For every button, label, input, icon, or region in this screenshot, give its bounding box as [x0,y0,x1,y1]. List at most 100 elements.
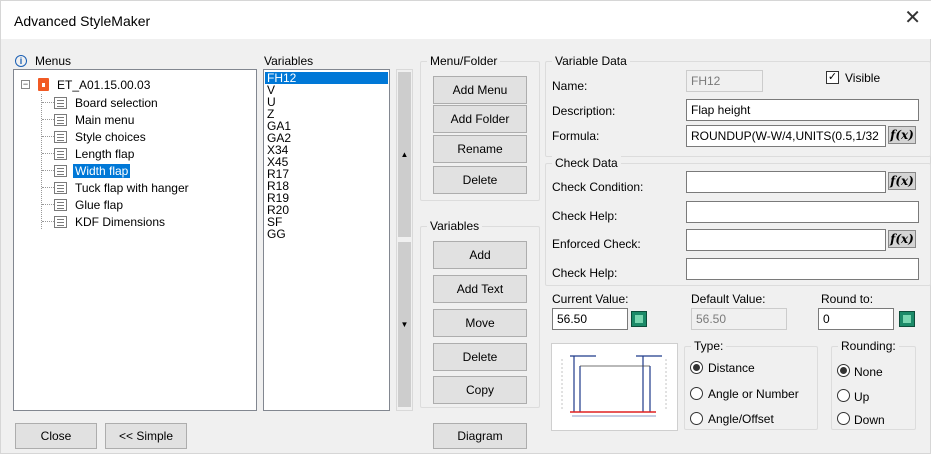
diagram-preview [551,343,678,431]
round-to-field[interactable]: 0 [818,308,894,330]
description-field[interactable]: Flap height [686,99,919,121]
tree-item-glue-flap[interactable]: Glue flap [54,196,125,213]
menus-tree[interactable]: − ET_A01.15.00.03 Board selection Main m… [13,69,257,411]
document-icon [54,164,67,177]
flap-diagram [553,345,676,429]
tree-item-label: Length flap [75,146,135,161]
list-item[interactable]: U [265,96,388,108]
tree-item-length-flap[interactable]: Length flap [54,145,136,162]
collapse-icon[interactable]: − [21,80,30,89]
document-icon [54,198,67,211]
current-value-label: Current Value: [552,292,629,306]
menu-folder-title: Menu/Folder [427,54,501,68]
variables-list[interactable]: FH12 V U Z GA1 GA2 X34 X45 R17 R18 R19 R… [263,69,390,411]
rounding-up-radio[interactable] [837,389,850,402]
tree-root-label: ET_A01.15.00.03 [57,77,151,92]
add-text-button[interactable]: Add Text [433,275,527,303]
tree-item-board-selection[interactable]: Board selection [54,94,160,111]
document-icon [54,96,67,109]
document-icon [54,147,67,160]
rounding-down-radio[interactable] [837,412,850,425]
close-icon[interactable]: ✕ [904,8,921,28]
copy-button[interactable]: Copy [433,376,527,404]
advanced-stylemaker-dialog: Advanced StyleMaker ✕ i Menus − ET_A01.1… [0,0,931,454]
rename-button[interactable]: Rename [433,135,527,163]
document-icon [54,181,67,194]
rounding-down-label: Down [854,413,885,427]
document-icon [54,215,67,228]
menus-header: Menus [35,54,72,68]
tree-item-tuck-flap-with-hanger[interactable]: Tuck flap with hanger [54,179,191,196]
add-menu-button[interactable]: Add Menu [433,76,527,104]
rounding-none-radio[interactable] [837,364,850,377]
type-angle-offset-radio[interactable] [690,412,703,425]
default-value-field[interactable]: 56.50 [691,308,787,330]
diagram-button[interactable]: Diagram [433,423,527,449]
variable-data-title: Variable Data [552,54,630,68]
info-icon: i [15,55,27,67]
list-item[interactable]: V [265,84,388,96]
type-distance-radio[interactable] [690,361,703,374]
move-up-icon[interactable]: ▲ [397,150,412,159]
tree-root[interactable]: ET_A01.15.00.03 [38,76,152,93]
menu-root-icon [38,78,49,91]
list-item[interactable]: FH12 [265,72,388,84]
move-down-icon[interactable]: ▼ [397,320,412,329]
delete-menu-button[interactable]: Delete [433,166,527,194]
move-button[interactable]: Move [433,309,527,337]
add-folder-button[interactable]: Add Folder [433,105,527,133]
description-label: Description: [552,104,616,118]
calculator-icon[interactable] [899,311,915,327]
check-condition-fx-button[interactable]: f(x) [888,172,916,190]
tree-item-width-flap[interactable]: Width flap [54,162,132,179]
close-button[interactable]: Close [15,423,97,449]
document-icon [54,130,67,143]
tree-item-kdf-dimensions[interactable]: KDF Dimensions [54,213,167,230]
current-value-field[interactable]: 56.50 [552,308,628,330]
name-label: Name: [552,79,588,93]
enforced-check-field[interactable] [686,229,886,251]
enforced-check-fx-button[interactable]: f(x) [888,230,916,248]
tree-item-label: Board selection [75,95,158,110]
tree-item-style-choices[interactable]: Style choices [54,128,148,145]
formula-label: Formula: [552,129,600,143]
check-data-title: Check Data [552,156,621,170]
add-variable-button[interactable]: Add [433,241,527,269]
tree-item-label: KDF Dimensions [75,214,166,229]
tree-item-label: Style choices [75,129,146,144]
check-help-field[interactable] [686,201,919,223]
simple-button[interactable]: << Simple [105,423,187,449]
type-angle-number-label: Angle or Number [708,387,799,401]
name-field[interactable]: FH12 [686,70,763,92]
rounding-title: Rounding: [838,339,899,353]
formula-field[interactable]: ROUNDUP(W-W/4,UNITS(0.5,1/32 [686,125,886,147]
list-item[interactable]: GG [265,228,388,240]
window-title: Advanced StyleMaker [14,13,151,29]
formula-fx-button[interactable]: f(x) [888,126,916,144]
visible-checkbox[interactable]: ✓ [826,71,839,84]
rounding-none-label: None [854,365,883,379]
type-angle-number-radio[interactable] [690,387,703,400]
visible-label: Visible [845,71,881,85]
enforced-check-label: Enforced Check: [552,237,641,251]
check-condition-field[interactable] [686,171,886,193]
check-help-label: Check Help: [552,209,618,223]
delete-variable-button[interactable]: Delete [433,343,527,371]
variables-header: Variables [264,54,314,68]
move-scrollbar[interactable]: ▲ ▼ [396,69,413,411]
tree-item-label: Width flap [71,162,132,179]
rounding-up-label: Up [854,390,870,404]
type-angle-offset-label: Angle/Offset [708,412,774,426]
check-help-field-2[interactable] [686,258,919,280]
tree-item-label: Tuck flap with hanger [75,180,189,195]
title-bar: Advanced StyleMaker ✕ [1,1,931,39]
calculator-icon[interactable] [631,311,647,327]
round-to-label: Round to: [821,292,874,306]
tree-item-label: Glue flap [75,197,124,212]
document-icon [54,113,67,126]
type-distance-label: Distance [708,361,755,375]
tree-item-main-menu[interactable]: Main menu [54,111,136,128]
list-item[interactable]: R20 [265,204,388,216]
variables-group-title: Variables [427,219,483,233]
check-help-label-2: Check Help: [552,266,618,280]
